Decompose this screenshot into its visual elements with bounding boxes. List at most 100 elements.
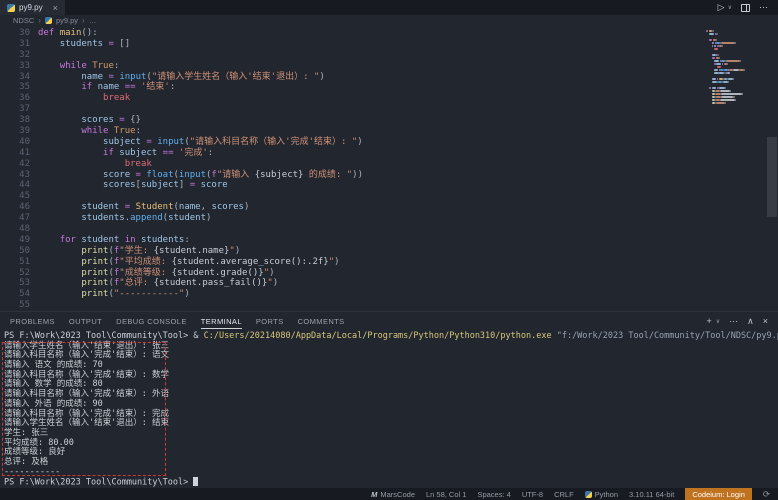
panel-more-icon[interactable]: ⋯ (729, 316, 738, 327)
minimap-line (706, 39, 764, 41)
status-item-marscode[interactable]: MMarsCode (371, 490, 415, 499)
minimap-line (706, 45, 764, 47)
minimap[interactable] (706, 30, 764, 108)
new-terminal-icon[interactable]: + (706, 316, 711, 326)
close-tab-icon[interactable]: × (53, 3, 58, 13)
code-text (30, 224, 38, 235)
minimap-line (706, 51, 764, 53)
minimap-line (706, 93, 764, 95)
run-button[interactable]: ▷ (718, 3, 725, 12)
code-line: 33 while True: (0, 61, 363, 72)
python-icon (585, 491, 592, 498)
breadcrumb-folder[interactable]: NDSC (13, 16, 34, 25)
code-text: print(f"学生: {student.name}") (30, 246, 240, 257)
minimap-line (706, 60, 764, 62)
line-number: 48 (0, 224, 30, 235)
minimap-line (706, 42, 764, 44)
code-text: students = [] (30, 39, 130, 50)
code-text: print(f"平均成绩: {student.average_score():.… (30, 257, 340, 268)
minimap-line (706, 90, 764, 92)
line-number: 54 (0, 289, 30, 300)
minimap-line (706, 105, 764, 107)
code-text: while True: (30, 61, 119, 72)
minimap-line (706, 30, 764, 32)
code-text: scores = {} (30, 115, 141, 126)
panel-tab-ports[interactable]: PORTS (256, 314, 284, 329)
line-number: 47 (0, 213, 30, 224)
terminal-line: 请输入学生姓名（输入'结束'退出）: 结束 (4, 419, 778, 429)
minimap-line (706, 36, 764, 38)
minimap-line (706, 72, 764, 74)
panel-tab-comments[interactable]: COMMENTS (298, 314, 345, 329)
minimap-line (706, 66, 764, 68)
code-line: 53 print(f"总评: {student.pass_fail()}") (0, 278, 363, 289)
code-line: 51 print(f"平均成绩: {student.average_score(… (0, 257, 363, 268)
line-number: 36 (0, 93, 30, 104)
breadcrumb: NDSC › py9.py › … (0, 15, 778, 26)
line-number: 52 (0, 268, 30, 279)
minimap-line (706, 48, 764, 50)
minimap-line (706, 87, 764, 89)
run-dropdown-icon[interactable]: ∨ (728, 4, 732, 11)
code-line: 30def main(): (0, 28, 363, 39)
line-number: 37 (0, 104, 30, 115)
panel-tab-problems[interactable]: PROBLEMS (10, 314, 55, 329)
minimap-line (706, 69, 764, 71)
editor-scrollbar[interactable] (767, 137, 777, 217)
code-line: 39 while True: (0, 126, 363, 137)
status-item-utf-8[interactable]: UTF-8 (522, 490, 543, 499)
code-text: subject = input("请输入科目名称（输入'完成'结束）: ") (30, 137, 363, 148)
code-text: if name == '结束': (30, 82, 175, 93)
breadcrumb-file[interactable]: py9.py (56, 16, 78, 25)
line-number: 53 (0, 278, 30, 289)
minimap-line (706, 99, 764, 101)
status-item-sync[interactable]: ⟳ (763, 489, 770, 500)
panel-tab-debug-console[interactable]: DEBUG CONSOLE (116, 314, 187, 329)
code-line: 49 for student in students: (0, 235, 363, 246)
close-panel-icon[interactable]: × (763, 316, 768, 326)
terminal-output[interactable]: PS F:\Work\2023 Tool\Community\Tool> & C… (0, 330, 778, 488)
code-text: for student in students: (30, 235, 190, 246)
status-item-codeium-login[interactable]: Codeium: Login (685, 488, 752, 500)
editor-more-actions-icon[interactable]: ⋯ (759, 3, 768, 12)
code-text: break (30, 159, 152, 170)
status-item-ln-58-col-1[interactable]: Ln 58, Col 1 (426, 490, 466, 499)
tab-py9[interactable]: py9.py × (0, 0, 65, 15)
minimap-line (706, 54, 764, 56)
panel-tab-terminal[interactable]: TERMINAL (201, 314, 242, 329)
split-editor-icon[interactable] (741, 4, 750, 12)
status-item-crlf[interactable]: CRLF (554, 490, 574, 499)
breadcrumb-symbol[interactable]: … (89, 16, 97, 25)
code-line: 54 print("-----------") (0, 289, 363, 300)
terminal-prompt[interactable]: PS F:\Work\2023 Tool\Community\Tool> (4, 477, 778, 487)
code-line: 38 scores = {} (0, 115, 363, 126)
line-number: 42 (0, 159, 30, 170)
maximize-panel-icon[interactable]: ∧ (747, 316, 754, 327)
terminal-line: 请输入科目名称（输入'完成'结束）: 数学 (4, 371, 778, 381)
code-line: 37 (0, 104, 363, 115)
line-number: 45 (0, 191, 30, 202)
minimap-line (706, 33, 764, 35)
line-number: 35 (0, 82, 30, 93)
editor-tab-bar: py9.py × ▷ ∨ ⋯ (0, 0, 778, 15)
terminal-dropdown-icon[interactable]: ∨ (716, 318, 720, 325)
bottom-panel: PROBLEMS OUTPUT DEBUG CONSOLE TERMINAL PORTS… (0, 311, 778, 488)
terminal-line: 请输入科目名称（输入'完成'结束）: 外语 (4, 390, 778, 400)
breadcrumb-separator: › (82, 16, 85, 25)
line-number: 46 (0, 202, 30, 213)
code-line: 35 if name == '结束': (0, 82, 363, 93)
panel-tab-output[interactable]: OUTPUT (69, 314, 102, 329)
code-text: print("-----------") (30, 289, 190, 300)
status-item-spaces-4[interactable]: Spaces: 4 (477, 490, 510, 499)
line-number: 51 (0, 257, 30, 268)
minimap-line (706, 57, 764, 59)
code-text: name = input("请输入学生姓名（输入'结束'退出）: ") (30, 72, 325, 83)
line-number: 32 (0, 50, 30, 61)
terminal-line: 成绩等级: 良好 (4, 448, 778, 458)
code-editor[interactable]: 30def main():31 students = []3233 while … (0, 26, 778, 311)
minimap-line (706, 78, 764, 80)
status-item-python[interactable]: Python (585, 490, 618, 499)
code-text (30, 104, 38, 115)
terminal-line: 平均成绩: 80.00 (4, 439, 778, 449)
status-item-3-10-11-64-bit[interactable]: 3.10.11 64-bit (629, 490, 674, 499)
